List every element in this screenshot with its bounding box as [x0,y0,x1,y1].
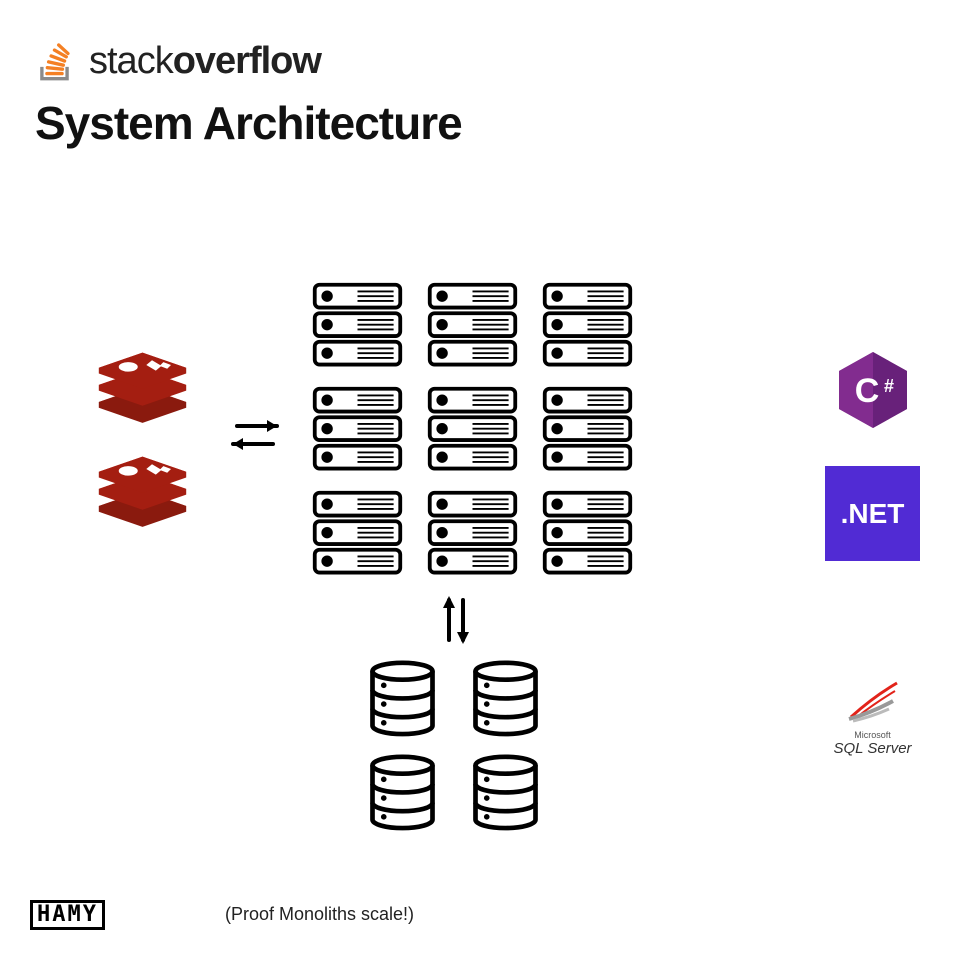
tech-stack-logos: C # .NET Microsoft SQL Server [825,350,920,757]
server-icon [425,488,520,578]
server-icon [540,280,635,370]
server-icon [425,384,520,474]
database-grid [365,660,543,834]
caption: (Proof Monoliths scale!) [225,904,414,925]
brand-part1: stack [89,40,173,82]
header: stackoverflow System Architecture [35,40,462,150]
database-icon [365,754,440,834]
database-icon [468,660,543,740]
cache-cluster [95,345,190,529]
redis-icon [95,345,190,425]
csharp-icon: C # [837,350,909,430]
page-title: System Architecture [35,96,462,150]
database-icon [468,754,543,834]
database-icon [365,660,440,740]
server-icon [310,280,405,370]
sqlserver-logo: Microsoft SQL Server [833,677,911,757]
stackoverflow-logo: stackoverflow [35,40,462,82]
stackoverflow-icon [35,40,79,82]
bidirectional-arrow-horizontal-icon [225,410,285,465]
watermark: HAMY [30,900,105,930]
server-icon [425,280,520,370]
dotnet-label: .NET [841,498,905,530]
server-icon [540,384,635,474]
server-icon [540,488,635,578]
sqlserver-brand: Microsoft [833,730,911,740]
bidirectional-arrow-vertical-icon [435,590,475,655]
redis-icon [95,449,190,529]
sqlserver-name: SQL Server [833,740,911,757]
server-icon [310,384,405,474]
brand-text: stackoverflow [89,42,321,82]
footer: HAMY (Proof Monoliths scale!) [30,900,414,930]
server-grid [310,280,635,578]
dotnet-logo: .NET [825,466,920,561]
svg-text:C: C [854,372,879,410]
brand-part2: overflow [173,40,321,82]
svg-text:#: # [883,376,893,396]
server-icon [310,488,405,578]
